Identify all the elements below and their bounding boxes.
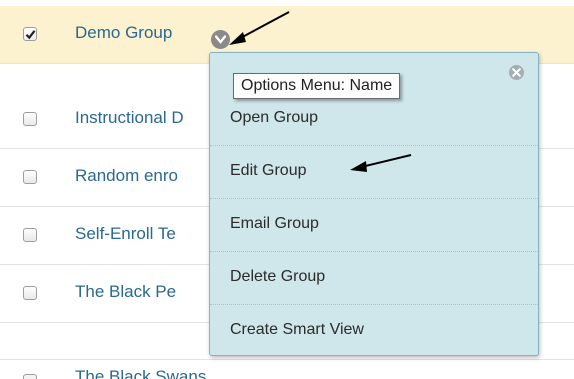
annotation-arrows	[229, 11, 412, 172]
arrow-icon	[229, 11, 290, 45]
arrow-icon	[350, 154, 412, 172]
